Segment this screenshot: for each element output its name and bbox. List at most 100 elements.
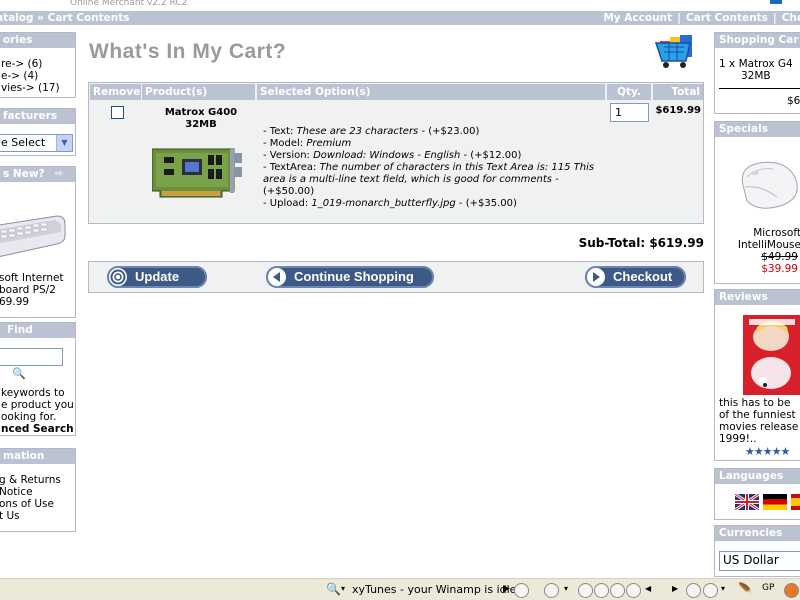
whats-new-header: s New? ⇨ <box>0 167 75 182</box>
manufacturers-box: facturers e Select ▼ <box>0 108 76 156</box>
advanced-search-link[interactable]: nced Search <box>1 423 74 435</box>
option-line: - TextArea: The number of characters in … <box>263 162 595 173</box>
review-text[interactable]: this has to be <box>719 397 798 409</box>
category-link[interactable]: re-> (6) <box>0 58 75 70</box>
play-icon[interactable] <box>594 583 609 598</box>
information-link[interactable]: Notice <box>0 486 75 498</box>
review-text[interactable]: 1999!.. <box>719 433 798 445</box>
previous-track-icon[interactable] <box>578 583 593 598</box>
manufacturer-select[interactable]: e Select ▼ <box>0 134 73 152</box>
whats-new-title: s New? <box>3 168 45 180</box>
pause-icon[interactable] <box>610 583 625 598</box>
arrow-right-icon[interactable]: ⇨ <box>55 167 63 182</box>
cart-item[interactable]: 1 x Matrox G4 <box>719 58 800 70</box>
next-track-icon[interactable] <box>626 583 641 598</box>
column-header-remove: Remove <box>90 84 141 100</box>
quick-find-title: Find <box>7 324 33 336</box>
flag-spanish-icon[interactable] <box>791 494 800 510</box>
information-box: mation g & Returns Notice ons of Use t U… <box>0 448 76 532</box>
chevron-down-icon[interactable]: ▾ <box>721 584 725 593</box>
mouse-product-image[interactable] <box>733 149 800 219</box>
review-text[interactable]: movies release <box>719 421 798 433</box>
whats-new-box: s New? ⇨ soft Internet board PS/2 69.99 <box>0 166 76 318</box>
volume-left-icon[interactable]: ◀ <box>645 584 651 593</box>
quick-find-box: Find 🔍 keywords to e product you ooking … <box>0 322 76 436</box>
option-line: - Model: Premium <box>263 138 352 149</box>
manufacturer-select-value: e Select <box>1 136 46 149</box>
category-link[interactable]: vies-> (17) <box>0 82 75 94</box>
quick-find-description: keywords to <box>1 387 65 399</box>
keyboard-product-image[interactable] <box>0 202 69 272</box>
chevron-down-icon[interactable]: ▾ <box>341 584 345 593</box>
quick-find-header: Find <box>0 323 75 338</box>
chevron-down-icon[interactable]: ▾ <box>564 584 568 593</box>
manufacturers-header: facturers <box>0 109 75 124</box>
new-product-name[interactable]: board PS/2 <box>0 284 64 296</box>
information-link[interactable]: t Us <box>0 510 75 522</box>
information-link[interactable]: g & Returns <box>0 474 75 486</box>
flag-english-icon[interactable] <box>735 494 759 510</box>
option-line: - Upload: 1_019-monarch_butterfly.jpg - … <box>263 198 517 209</box>
option-line: - Text: These are 23 characters - (+$23.… <box>263 126 480 137</box>
quantity-input[interactable]: 1 <box>610 103 649 122</box>
cart-table: Remove Product(s) Selected Option(s) Qty… <box>88 82 704 224</box>
remove-checkbox[interactable] <box>111 106 124 119</box>
winamp-icon[interactable] <box>544 583 559 598</box>
currency-select[interactable]: US Dollar <box>719 551 800 571</box>
new-product-price: 69.99 <box>0 296 30 308</box>
new-product-name[interactable]: soft Internet <box>0 272 64 284</box>
product-image[interactable] <box>152 147 248 209</box>
checkout-link[interactable]: Che <box>782 12 800 24</box>
refresh-icon[interactable] <box>703 583 718 598</box>
search-icon[interactable]: 🔍 <box>12 368 26 380</box>
currency-select-value: US Dollar <box>723 553 779 567</box>
continue-shopping-button[interactable]: Continue Shopping <box>266 266 434 288</box>
special-product-name[interactable]: Microsoft <box>715 227 800 239</box>
arrow-left-icon <box>268 268 286 286</box>
product-name[interactable]: Matrox G400 32MB <box>146 107 256 131</box>
review-text[interactable]: of the funniest <box>719 409 798 421</box>
special-product-name[interactable]: IntelliMouse <box>715 239 800 251</box>
volume-right-icon[interactable]: ▶ <box>672 584 678 593</box>
languages-header: Languages <box>715 469 800 484</box>
cart-divider <box>719 88 800 89</box>
option-line: area is a multi-line text field, which i… <box>263 174 559 197</box>
top-nav: My Account|Cart Contents|Che <box>603 11 800 25</box>
column-header-total: Total <box>653 84 703 100</box>
search-icon[interactable]: 🔍 <box>326 582 341 596</box>
update-button[interactable]: Update <box>107 266 207 288</box>
category-link[interactable]: e-> (4) <box>0 70 75 82</box>
header-cart-icon[interactable] <box>768 0 784 6</box>
shopping-cart-header: Shopping Car <box>715 33 800 48</box>
info-icon[interactable] <box>686 583 701 598</box>
navigation-bar: atalog » Cart Contents My Account | Cart C… <box>0 11 800 25</box>
tray-gp-icon[interactable]: GP <box>762 583 774 593</box>
information-link[interactable]: ons of Use <box>0 498 75 510</box>
checkout-button[interactable]: Checkout <box>585 266 686 288</box>
shopping-cart-icon <box>654 35 692 68</box>
play-arrow-icon[interactable]: ▶ <box>503 584 510 594</box>
subtotal: Sub-Total: $619.99 <box>578 236 704 250</box>
my-account-link[interactable]: My Account <box>603 12 672 24</box>
cart-contents-link[interactable]: Cart Contents <box>686 12 768 24</box>
store-version-label: Online Merchant v2.2 RC2 <box>70 0 188 8</box>
breadcrumb[interactable]: atalog » Cart Contents <box>0 11 130 25</box>
xytunes-status[interactable]: xyTunes - your Winamp is idle <box>352 583 516 596</box>
music-note-icon[interactable] <box>514 583 529 598</box>
quick-find-description: ooking for. <box>1 411 57 423</box>
line-total: $619.99 <box>655 105 701 116</box>
firefox-icon[interactable] <box>784 583 799 598</box>
tray-feather-icon[interactable]: 🪶 <box>738 582 753 596</box>
column-header-products: Product(s) <box>142 84 255 100</box>
quick-find-description: e product you <box>1 399 74 411</box>
special-new-price: $39.99 <box>761 263 798 275</box>
currencies-box: Currencies US Dollar <box>714 525 800 577</box>
chevron-down-icon[interactable]: ▼ <box>56 135 72 151</box>
cart-item[interactable]: 32MB <box>719 70 800 82</box>
movie-poster-image[interactable] <box>743 315 800 395</box>
selected-options: - Text: These are 23 characters - (+$23.… <box>263 126 608 210</box>
flag-german-icon[interactable] <box>763 494 787 510</box>
reviews-box: Reviews this has to be of the funniest m… <box>714 289 800 461</box>
column-header-options: Selected Option(s) <box>257 84 605 100</box>
search-input[interactable] <box>0 348 63 366</box>
